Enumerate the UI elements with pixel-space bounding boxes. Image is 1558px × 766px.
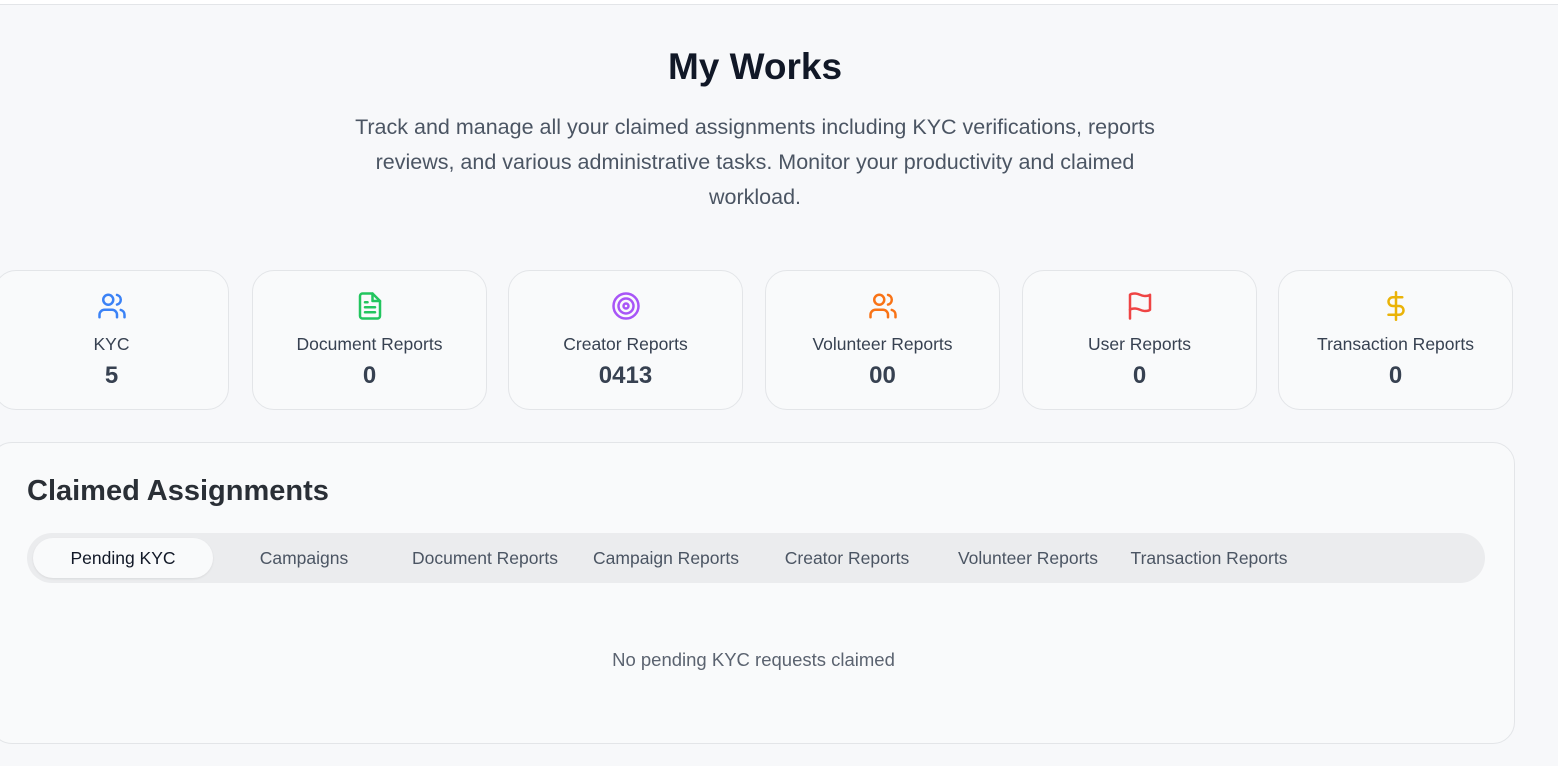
page-title: My Works (667, 46, 843, 87)
tab-campaign-reports[interactable]: Campaign Reports (576, 538, 756, 578)
stat-card-kyc: KYC 5 (0, 270, 229, 410)
stat-label: Transaction Reports (1317, 334, 1474, 354)
flag-icon (1023, 291, 1256, 321)
tab-campaigns[interactable]: Campaigns (214, 538, 394, 578)
stats-row: KYC 5 Document Reports 0 Creator Reports… (0, 270, 1522, 412)
stat-label: Document Reports (296, 334, 443, 354)
stat-label: User Reports (1087, 334, 1192, 354)
tab-transaction-reports[interactable]: Transaction Reports (1119, 538, 1299, 578)
target-icon (509, 291, 742, 321)
page-subtitle: Track and manage all your claimed assign… (355, 115, 1155, 209)
page-header: My Works Track and manage all your claim… (0, 40, 1510, 215)
section-title: Claimed Assignments (27, 475, 329, 507)
users-icon (766, 291, 999, 321)
stat-value: 5 (104, 362, 119, 389)
stat-card-volunteer-reports: Volunteer Reports 00 (765, 270, 1000, 410)
tab-creator-reports[interactable]: Creator Reports (757, 538, 937, 578)
assignment-tabs: Pending KYC Campaigns Document Reports C… (27, 533, 1485, 583)
tab-volunteer-reports[interactable]: Volunteer Reports (938, 538, 1118, 578)
stat-value: 0 (1132, 362, 1147, 389)
stat-value: 0 (1388, 362, 1403, 389)
tab-document-reports[interactable]: Document Reports (395, 538, 575, 578)
top-bar (0, 0, 1558, 5)
stat-label: KYC (93, 334, 130, 354)
stat-value: 0413 (598, 362, 653, 389)
stat-value: 0 (362, 362, 377, 389)
stat-label: Volunteer Reports (812, 334, 953, 354)
dollar-icon (1279, 291, 1512, 321)
empty-state-message: No pending KYC requests claimed (612, 649, 895, 670)
tab-pending-kyc[interactable]: Pending KYC (33, 538, 213, 578)
claimed-assignments-panel: Claimed Assignments Pending KYC Campaign… (0, 442, 1515, 744)
stat-card-document-reports: Document Reports 0 (252, 270, 487, 410)
stat-card-transaction-reports: Transaction Reports 0 (1278, 270, 1513, 410)
stat-value: 00 (869, 362, 896, 389)
stat-card-creator-reports: Creator Reports 0413 (508, 270, 743, 410)
stat-card-user-reports: User Reports 0 (1022, 270, 1257, 410)
users-icon (0, 291, 228, 321)
document-icon (253, 291, 486, 321)
stat-label: Creator Reports (563, 334, 688, 354)
